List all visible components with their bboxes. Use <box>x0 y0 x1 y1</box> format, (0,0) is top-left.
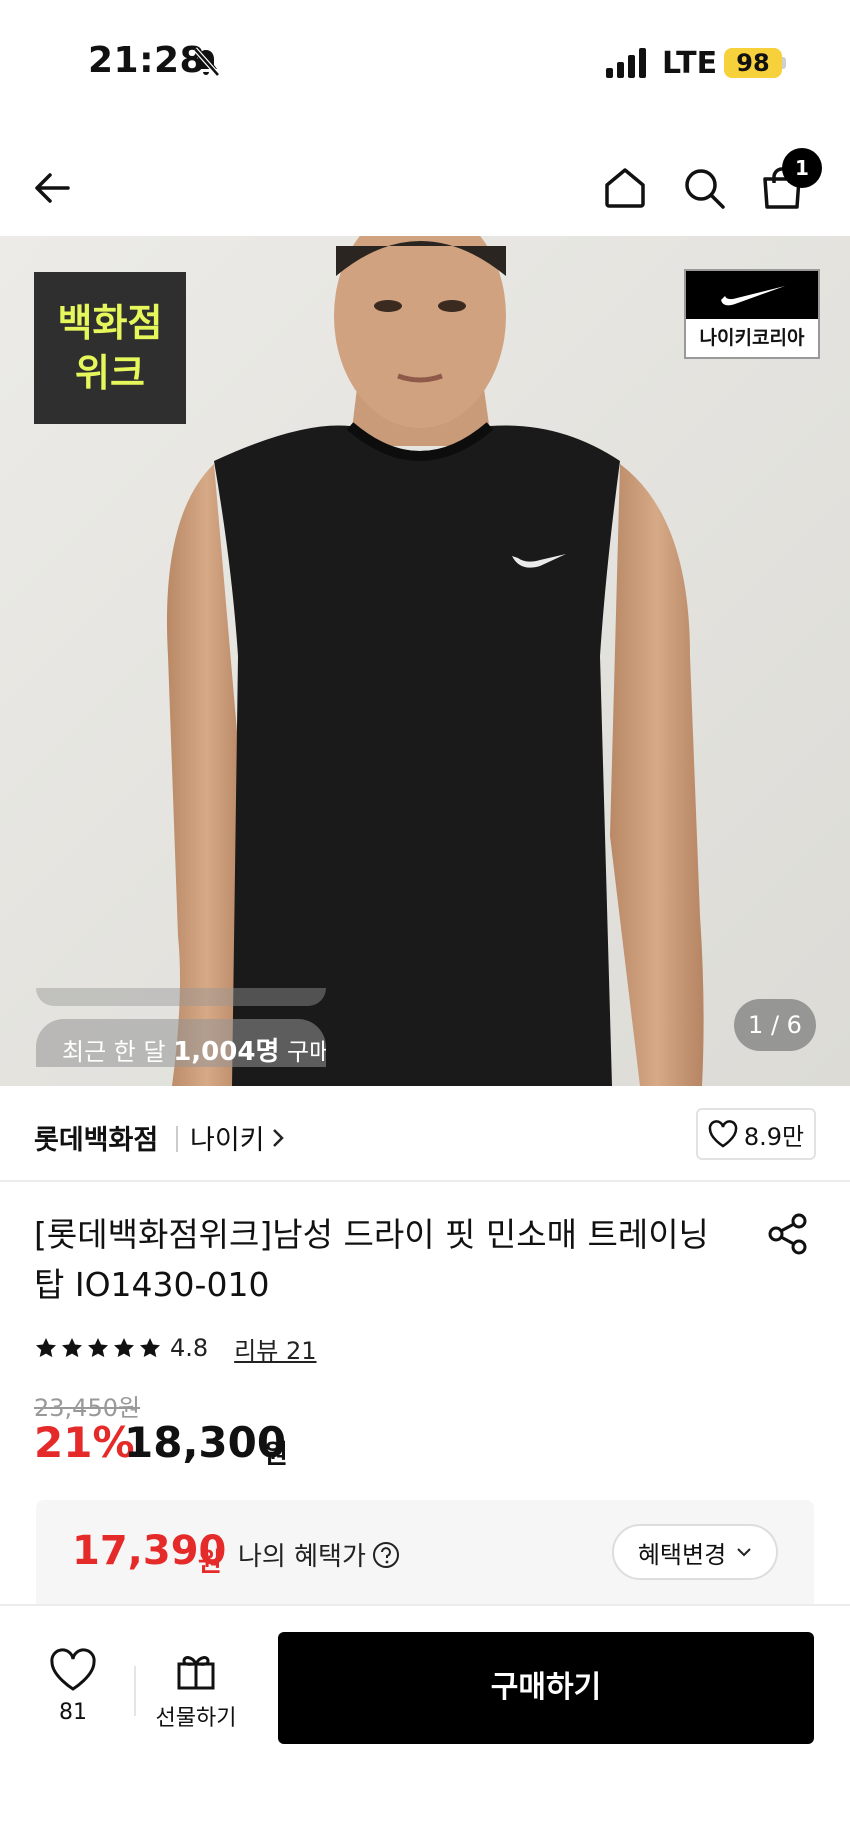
brand-like-button[interactable]: 8.9만 <box>696 1108 816 1160</box>
ticker-count: 1,004명 <box>173 1037 280 1067</box>
seller-row: 롯데백화점 나이키 8.9만 <box>0 1086 850 1182</box>
brand-like-count: 8.9만 <box>743 1122 805 1151</box>
status-bar: 21:28 LTE 98 <box>0 0 850 120</box>
gift-button[interactable]: 선물하기 <box>148 1648 244 1738</box>
star-icon <box>88 1338 108 1358</box>
bell-muted-icon <box>193 47 220 77</box>
product-image-carousel[interactable]: 백화점 위크 나이키코리아 최근 한 달 1,004명 구매 1 / 6 <box>0 236 850 1086</box>
wishlist-button[interactable]: 81 <box>36 1648 110 1738</box>
chevron-right-icon <box>272 1128 284 1147</box>
back-button[interactable] <box>24 160 80 216</box>
buy-now-button[interactable]: 구매하기 <box>278 1632 814 1744</box>
network-label: LTE <box>662 46 718 81</box>
product-title: [롯데백화점위크]남성 드라이 핏 민소매 트레이닝 탑 IO1430-010 <box>34 1215 709 1304</box>
benefit-price-box: 17,390 원 나의 혜택가 혜택변경 <box>36 1500 814 1604</box>
purchase-ticker: 최근 한 달 1,004명 구매 <box>36 1019 326 1067</box>
brand-badge-text: 나이키코리아 <box>699 327 805 349</box>
brand-link[interactable]: 나이키 <box>190 1118 285 1157</box>
ticker-previous <box>36 988 326 1006</box>
seller-divider <box>176 1126 178 1152</box>
status-time: 21:28 <box>88 40 206 81</box>
arrow-left-icon <box>35 173 70 203</box>
ticker-prefix: 최근 한 달 <box>62 1038 174 1066</box>
star-icon <box>62 1338 82 1358</box>
brand-logo-badge: 나이키코리아 <box>684 269 820 359</box>
sale-price-unit: 원 <box>264 1440 288 1470</box>
benefit-price-unit: 원 <box>198 1548 222 1578</box>
bottom-action-bar: 81 선물하기 구매하기 <box>0 1604 850 1842</box>
benefit-label: 나의 혜택가 <box>238 1536 400 1573</box>
chevron-down-icon <box>737 1548 751 1557</box>
cart-count-badge: 1 <box>782 148 822 188</box>
promo-badge: 백화점 위크 <box>34 272 186 424</box>
promo-line-1: 백화점 <box>57 301 163 345</box>
star-icon <box>36 1338 56 1358</box>
home-button[interactable] <box>597 160 653 216</box>
change-benefit-button[interactable]: 혜택변경 <box>612 1524 778 1580</box>
wishlist-count: 81 <box>59 1700 87 1725</box>
brand-name: 나이키 <box>190 1125 265 1156</box>
star-icon <box>114 1338 134 1358</box>
gift-label: 선물하기 <box>155 1706 237 1731</box>
sale-price: 18,300 <box>124 1418 287 1467</box>
review-link[interactable]: 리뷰 21 <box>234 1331 316 1366</box>
question-circle-icon[interactable] <box>372 1541 400 1569</box>
change-benefit-label: 혜택변경 <box>637 1540 727 1569</box>
search-icon <box>685 169 725 209</box>
bottom-bar-divider <box>134 1666 136 1716</box>
ticker-suffix: 구매 <box>287 1038 326 1066</box>
promo-line-2: 위크 <box>75 351 145 395</box>
image-page-indicator: 1 / 6 <box>734 999 816 1051</box>
search-button[interactable] <box>676 160 732 216</box>
battery-indicator: 98 <box>724 48 782 78</box>
rating-value: 4.8 <box>170 1334 209 1362</box>
swoosh-logo-icon <box>721 286 785 306</box>
star-icon <box>140 1338 160 1358</box>
discount-rate: 21% <box>34 1418 135 1467</box>
home-icon <box>605 168 645 208</box>
top-nav-bar <box>0 140 850 236</box>
battery-tip <box>782 57 786 69</box>
heart-icon <box>50 1648 96 1691</box>
share-icon[interactable] <box>766 1212 810 1256</box>
gift-icon <box>177 1656 215 1690</box>
heart-icon <box>708 1120 738 1148</box>
store-name[interactable]: 롯데백화점 <box>34 1118 158 1157</box>
rating-row: 4.8 리뷰 21 <box>34 1330 317 1366</box>
star-rating <box>34 1336 162 1360</box>
benefit-label-text: 나의 혜택가 <box>238 1542 366 1572</box>
signal-icon <box>606 48 646 78</box>
